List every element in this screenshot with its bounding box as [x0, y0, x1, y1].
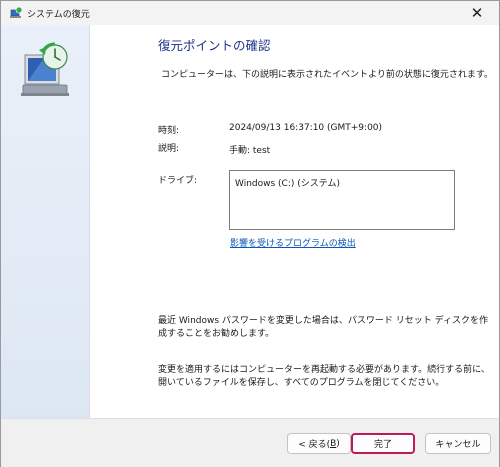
drive-item[interactable]: Windows (C:) (システム) [235, 176, 449, 189]
time-label: 時刻: [158, 126, 180, 136]
window-title: システムの復元 [27, 10, 90, 20]
description-label: 説明: [158, 144, 180, 154]
restart-note: 変更を適用するにはコンピューターを再起動する必要があります。続行する前に、開いて… [158, 365, 490, 388]
scan-affected-programs-link[interactable]: 影響を受けるプログラムの検出 [230, 236, 356, 249]
close-button[interactable]: ✕ [455, 1, 499, 25]
system-restore-icon [10, 6, 23, 18]
page-description: コンピューターは、下の説明に表示されたイベントより前の状態に復元されます。 [161, 70, 493, 80]
time-value: 2024/09/13 16:37:10 (GMT+9:00) [229, 123, 383, 133]
button-bar: < 戻る(B) 完了 キャンセル [1, 418, 499, 467]
description-value: 手動: test [229, 146, 271, 156]
back-button[interactable]: < 戻る(B) [287, 433, 351, 454]
page-title: 復元ポイントの確認 [158, 38, 271, 53]
cancel-button[interactable]: キャンセル [425, 433, 491, 454]
drive-list[interactable]: Windows (C:) (システム) [229, 170, 455, 230]
close-icon: ✕ [470, 4, 484, 22]
back-button-label-end: ) [336, 438, 340, 449]
finish-button[interactable]: 完了 [351, 433, 415, 454]
computer-restore-icon [21, 42, 69, 96]
password-note: 最近 Windows パスワードを変更した場合は、パスワード リセット ディスク… [158, 316, 488, 339]
side-panel [1, 25, 90, 418]
content-area: 復元ポイントの確認 コンピューターは、下の説明に表示されたイベントより前の状態に… [90, 25, 499, 418]
system-restore-window: システムの復元 ✕ 復元ポイントの確認 コンピューターは、下の説明に表示されたイ… [0, 0, 500, 467]
drive-label: ドライブ: [158, 176, 198, 186]
back-button-label: < 戻る( [298, 440, 331, 450]
title-bar[interactable]: システムの復元 ✕ [1, 1, 499, 25]
